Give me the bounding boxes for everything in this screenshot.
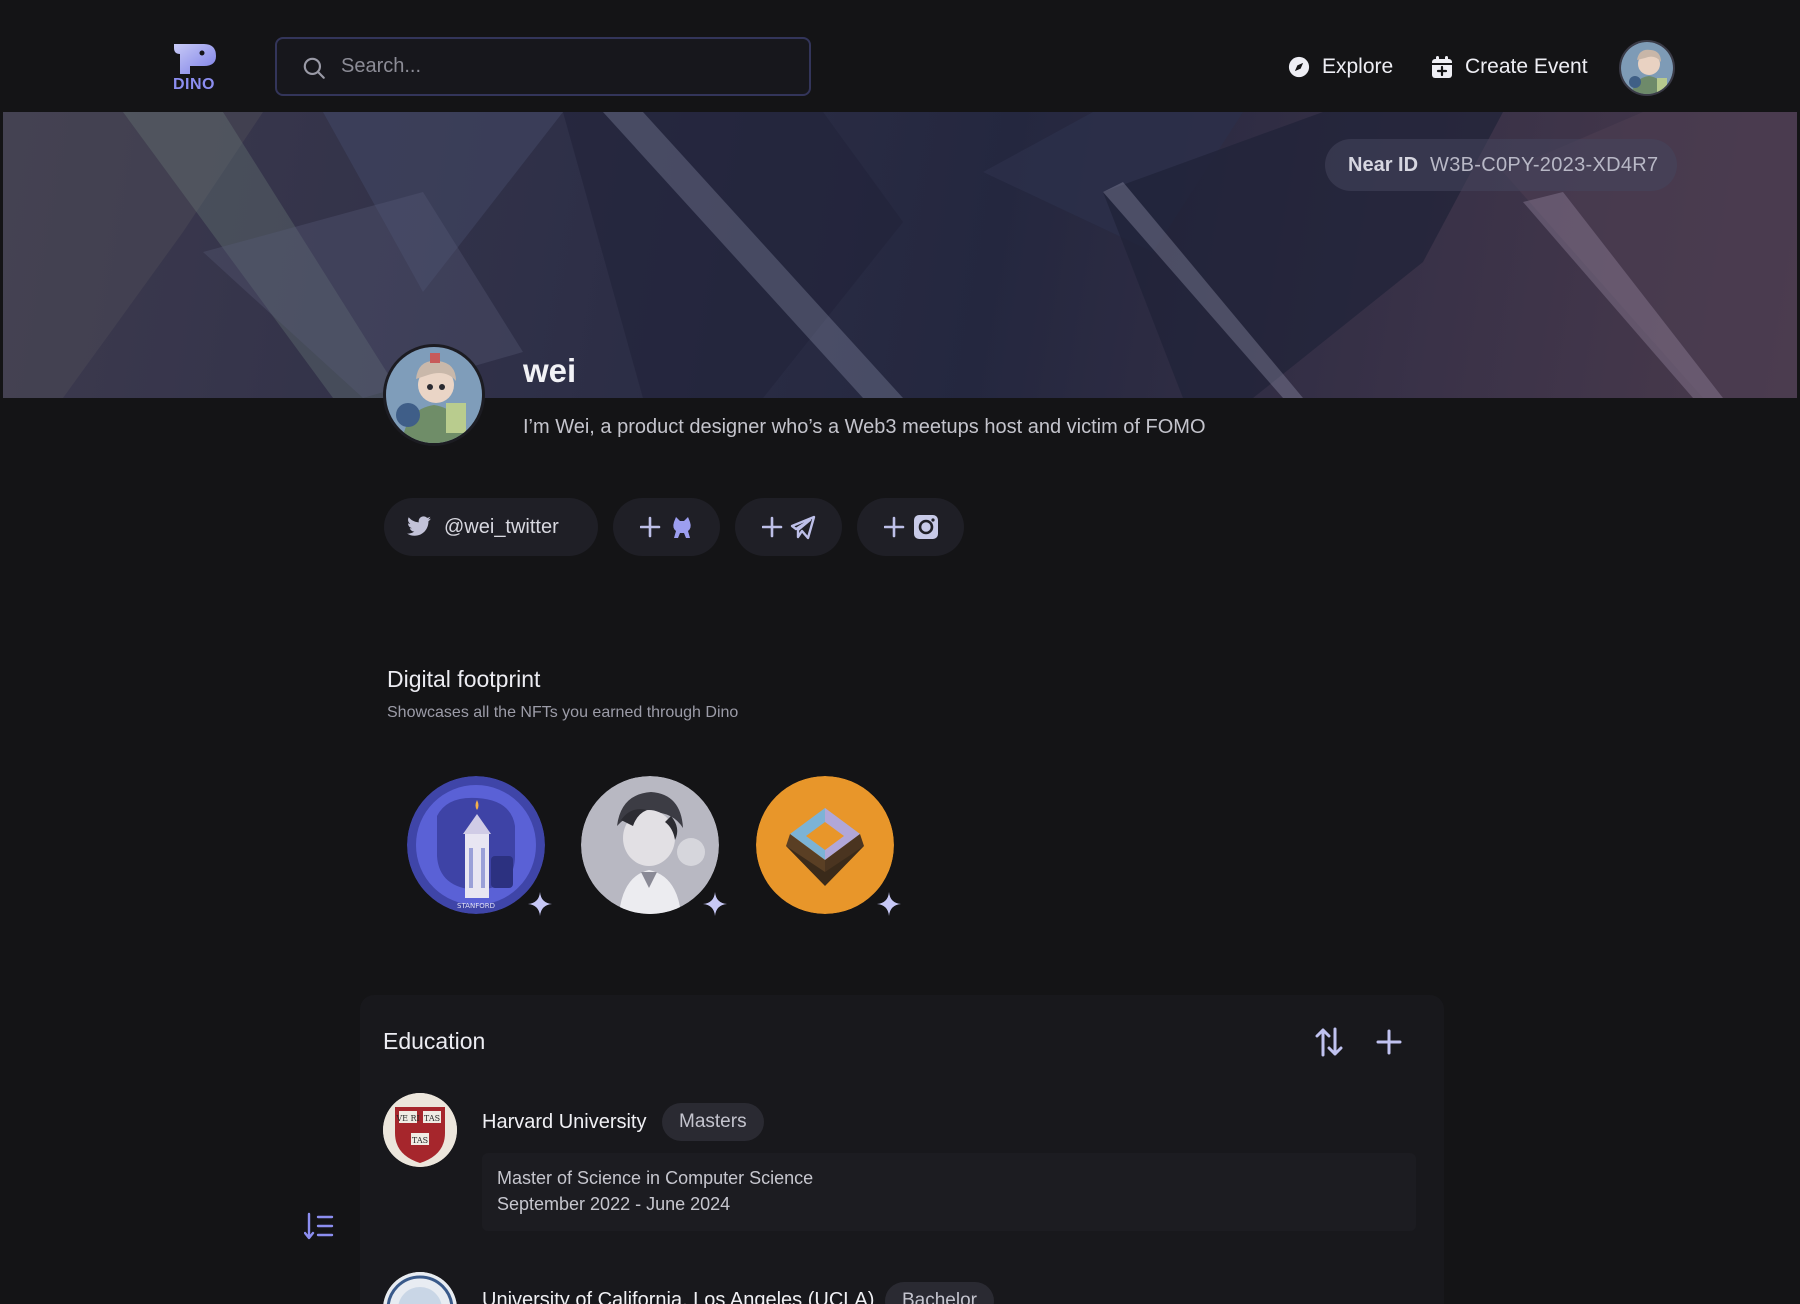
education-detail xyxy=(482,1153,1416,1231)
logo-text: DINO xyxy=(173,76,215,93)
degree-badge: Masters xyxy=(662,1103,764,1141)
add-instagram-icon xyxy=(883,515,938,539)
near-id-label: Near ID xyxy=(1348,153,1419,176)
add-telegram-icon xyxy=(761,515,815,540)
create-event-label: Create Event xyxy=(1465,55,1588,78)
svg-text:TAS: TAS xyxy=(412,1136,428,1145)
profile-avatar-image xyxy=(386,347,482,443)
digital-footprint-subtitle: Showcases all the NFTs you earned throug… xyxy=(387,704,739,721)
explore-link[interactable]: Explore xyxy=(1288,50,1393,84)
svg-text:STANFORD: STANFORD xyxy=(457,902,495,910)
twitter-icon xyxy=(407,516,431,536)
nft-orange-layers[interactable] xyxy=(756,776,894,914)
profile-bio: I’m Wei, a product designer who’s a Web3… xyxy=(523,416,1206,438)
section-index-button[interactable] xyxy=(303,1211,334,1246)
school-name: Harvard University xyxy=(482,1111,647,1133)
dino-logo-icon xyxy=(174,44,216,74)
profile-page: DINO Explore Create Event xyxy=(0,0,1800,1304)
svg-text:TAS: TAS xyxy=(424,1114,440,1123)
plus-icon xyxy=(1376,1029,1402,1055)
ordered-list-icon xyxy=(303,1212,334,1240)
compass-icon xyxy=(1288,56,1310,78)
search-input[interactable] xyxy=(341,39,781,94)
sort-button[interactable] xyxy=(1311,1024,1347,1060)
dino-logo[interactable]: DINO xyxy=(168,40,220,96)
search-bar[interactable] xyxy=(275,37,811,96)
profile-avatar xyxy=(383,344,485,446)
create-event-link[interactable]: Create Event xyxy=(1431,50,1588,84)
education-card xyxy=(360,995,1444,1304)
digital-footprint-title: Digital footprint xyxy=(387,666,541,692)
sparkle-icon xyxy=(877,892,901,916)
add-github-button[interactable] xyxy=(613,498,720,556)
nft-anime-image xyxy=(581,776,719,914)
explore-label: Explore xyxy=(1322,55,1394,78)
near-id-value: W3B-C0PY-2023-XD4R7 xyxy=(1430,153,1659,176)
calendar-plus-icon xyxy=(1432,56,1452,78)
education-title: Education xyxy=(383,1028,486,1054)
nft-anime-portrait[interactable] xyxy=(581,776,719,914)
user-avatar[interactable] xyxy=(1619,40,1675,96)
nft-stanford-image: STANFORD xyxy=(407,776,545,914)
profile-name: wei xyxy=(523,352,577,389)
sort-arrows-icon xyxy=(1315,1027,1343,1057)
search-icon xyxy=(303,57,325,79)
education-dates: September 2022 - June 2024 xyxy=(497,1194,731,1214)
svg-text:VE RI: VE RI xyxy=(395,1114,419,1123)
harvard-logo: VE RI TAS TAS xyxy=(383,1093,457,1167)
add-instagram-button[interactable] xyxy=(857,498,964,556)
add-telegram-button[interactable] xyxy=(735,498,842,556)
sparkle-icon xyxy=(528,892,552,916)
nft-stanford-event[interactable]: STANFORD xyxy=(407,776,545,914)
add-education-button[interactable] xyxy=(1371,1024,1407,1060)
twitter-link[interactable]: @wei_twitter xyxy=(384,498,598,556)
twitter-handle: @wei_twitter xyxy=(444,515,559,538)
harvard-shield-icon: VE RI TAS TAS xyxy=(383,1093,457,1167)
near-id-badge[interactable]: Near ID W3B-C0PY-2023-XD4R7 xyxy=(1325,139,1677,191)
education-program: Master of Science in Computer Science xyxy=(497,1168,814,1188)
degree-badge: Bachelor xyxy=(885,1282,994,1304)
school-name: University of California, Los Angeles (U… xyxy=(482,1289,875,1304)
nft-layers-image xyxy=(756,776,894,914)
sparkle-icon xyxy=(703,892,727,916)
add-github-icon xyxy=(639,516,691,538)
top-navigation: DINO Explore Create Event xyxy=(0,0,1800,112)
avatar-image xyxy=(1621,42,1673,94)
